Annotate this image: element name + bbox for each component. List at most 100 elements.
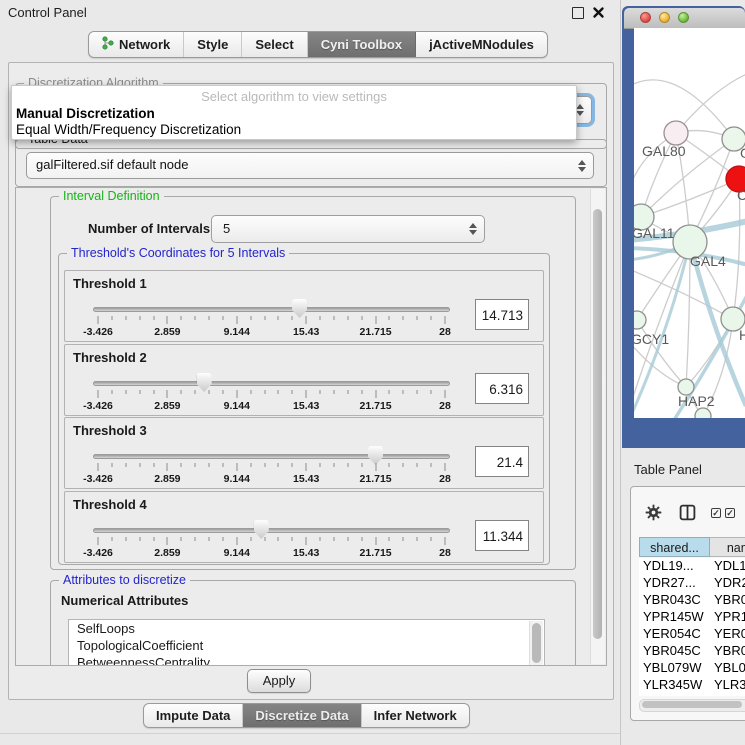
- zoom-traffic-light[interactable]: [678, 12, 689, 23]
- checkbox-icon[interactable]: ✓: [725, 508, 735, 518]
- table-row[interactable]: YPR145WYPR1: [639, 609, 745, 626]
- tick-label: 15.43: [293, 547, 319, 559]
- settings-vertical-scrollbar[interactable]: [590, 189, 605, 664]
- tick-mark: [139, 463, 140, 467]
- tick-mark: [306, 316, 307, 324]
- tick-mark: [153, 537, 154, 541]
- cell-name: YER0: [714, 626, 745, 641]
- cell-name: YDR2: [714, 575, 745, 590]
- table-header-name[interactable]: name: [710, 537, 745, 557]
- threshold-value-field[interactable]: 6.316: [475, 373, 529, 404]
- threshold-value-field[interactable]: 14.713: [475, 299, 529, 330]
- threshold-slider[interactable]: -3.4262.8599.14415.4321.71528: [93, 373, 450, 413]
- apply-button[interactable]: Apply: [247, 669, 311, 693]
- tick-mark: [292, 463, 293, 467]
- tab-network[interactable]: Network: [89, 32, 184, 57]
- table-row[interactable]: YBR045CYBR0: [639, 643, 745, 660]
- network-edge: [676, 73, 745, 133]
- slider-track[interactable]: [93, 307, 450, 312]
- tick-label: -3.426: [83, 473, 113, 485]
- tab-infer-network[interactable]: Infer Network: [362, 704, 469, 727]
- table-row[interactable]: YER054CYER0: [639, 626, 745, 643]
- slider-tick-labels: -3.4262.8599.14415.4321.71528: [98, 547, 445, 559]
- gear-icon[interactable]: [645, 504, 662, 526]
- tick-mark: [361, 316, 362, 320]
- checkbox-icon[interactable]: ✓: [711, 508, 721, 518]
- threshold-label: Threshold 3: [73, 423, 147, 438]
- table-row[interactable]: YBL079WYBL0: [639, 660, 745, 677]
- scrollbar-thumb[interactable]: [593, 209, 602, 639]
- float-icon[interactable]: [572, 7, 584, 19]
- dropdown-hint: Select algorithm to view settings: [12, 89, 576, 104]
- table-row[interactable]: YBR043CYBR0: [639, 592, 745, 609]
- tick-mark: [195, 316, 196, 320]
- tab-label: Cyni Toolbox: [321, 37, 402, 52]
- close-icon[interactable]: [592, 6, 605, 19]
- tick-mark: [236, 537, 237, 545]
- dropdown-option-equal-width-frequency[interactable]: Equal Width/Frequency Discretization: [16, 122, 241, 137]
- threshold-slider[interactable]: -3.4262.8599.14415.4321.71528: [93, 446, 450, 486]
- tick-mark: [417, 463, 418, 467]
- tab-jactivemnodules[interactable]: jActiveMNodules: [416, 32, 547, 57]
- tick-mark: [431, 463, 432, 467]
- cell-name: YDL1: [714, 558, 745, 573]
- close-traffic-light[interactable]: [640, 12, 651, 23]
- numerical-attributes-list[interactable]: SelfLoopsTopologicalCoefficientBetweenne…: [68, 619, 545, 666]
- tab-style[interactable]: Style: [184, 32, 242, 57]
- tick-mark: [306, 537, 307, 545]
- scrollbar-thumb[interactable]: [532, 623, 541, 663]
- table-horizontal-scrollbar[interactable]: [639, 699, 745, 712]
- slider-tick-labels: -3.4262.8599.14415.4321.71528: [98, 326, 445, 338]
- attributes-list-scrollbar[interactable]: [529, 621, 543, 666]
- minimize-traffic-light[interactable]: [659, 12, 670, 23]
- tab-select[interactable]: Select: [242, 32, 307, 57]
- scrollbar-thumb[interactable]: [642, 701, 742, 708]
- dropdown-option-manual-discretization[interactable]: Manual Discretization: [16, 106, 155, 121]
- threshold-slider[interactable]: -3.4262.8599.14415.4321.71528: [93, 520, 450, 560]
- threshold-value-field[interactable]: 21.4: [475, 446, 529, 477]
- network-tab-icon: [102, 36, 114, 53]
- tick-mark: [333, 537, 334, 541]
- number-of-intervals-combobox[interactable]: 5: [211, 215, 485, 243]
- tick-label: 9.144: [224, 400, 250, 412]
- network-window-titlebar[interactable]: [624, 8, 745, 29]
- slider-ticks: [98, 463, 445, 472]
- table-header-shared[interactable]: shared...: [639, 537, 710, 557]
- slider-track[interactable]: [93, 528, 450, 533]
- tick-mark: [167, 537, 168, 545]
- table-data-combobox[interactable]: galFiltered.sif default node: [26, 152, 594, 179]
- tick-mark: [167, 316, 168, 324]
- table-row[interactable]: YDL19...YDL1: [639, 558, 745, 575]
- cell-shared-name: YBL079W: [643, 660, 702, 675]
- tick-label: 15.43: [293, 326, 319, 338]
- cell-name: YBR0: [714, 592, 745, 607]
- tick-mark: [125, 463, 126, 467]
- split-columns-icon[interactable]: [679, 504, 696, 526]
- threshold-label: Threshold 2: [73, 350, 147, 365]
- network-canvas[interactable]: GAL80GACGAL11GAL4GCY1HHAP2: [634, 28, 745, 418]
- slider-track[interactable]: [93, 454, 450, 459]
- table-row[interactable]: YLR345WYLR3: [639, 677, 745, 694]
- control-panel: Control Panel Network Style Selec: [0, 0, 621, 745]
- list-item[interactable]: TopologicalCoefficient: [69, 637, 544, 654]
- slider-track[interactable]: [93, 381, 450, 386]
- network-node-label: HAP2: [678, 393, 715, 409]
- network-node: [695, 408, 711, 418]
- threshold-slider[interactable]: -3.4262.8599.14415.4321.71528: [93, 299, 450, 339]
- tick-mark: [250, 537, 251, 541]
- list-item[interactable]: SelfLoops: [69, 620, 544, 637]
- tab-impute-data[interactable]: Impute Data: [144, 704, 243, 727]
- table-row[interactable]: YDR27...YDR2: [639, 575, 745, 592]
- tab-cyni-toolbox[interactable]: Cyni Toolbox: [308, 32, 416, 57]
- threshold-value-field[interactable]: 11.344: [475, 520, 529, 551]
- tick-mark: [431, 537, 432, 541]
- tick-mark: [181, 390, 182, 394]
- cell-name: YBR0: [714, 643, 745, 658]
- tick-mark: [153, 390, 154, 394]
- tick-mark: [278, 390, 279, 394]
- table-data-combobox-value: galFiltered.sif default node: [36, 157, 188, 172]
- tab-discretize-data[interactable]: Discretize Data: [243, 704, 361, 727]
- table-row[interactable]: YIL053CYIL0: [639, 694, 745, 696]
- tick-mark: [264, 390, 265, 394]
- list-item[interactable]: BetweennessCentrality: [69, 654, 544, 666]
